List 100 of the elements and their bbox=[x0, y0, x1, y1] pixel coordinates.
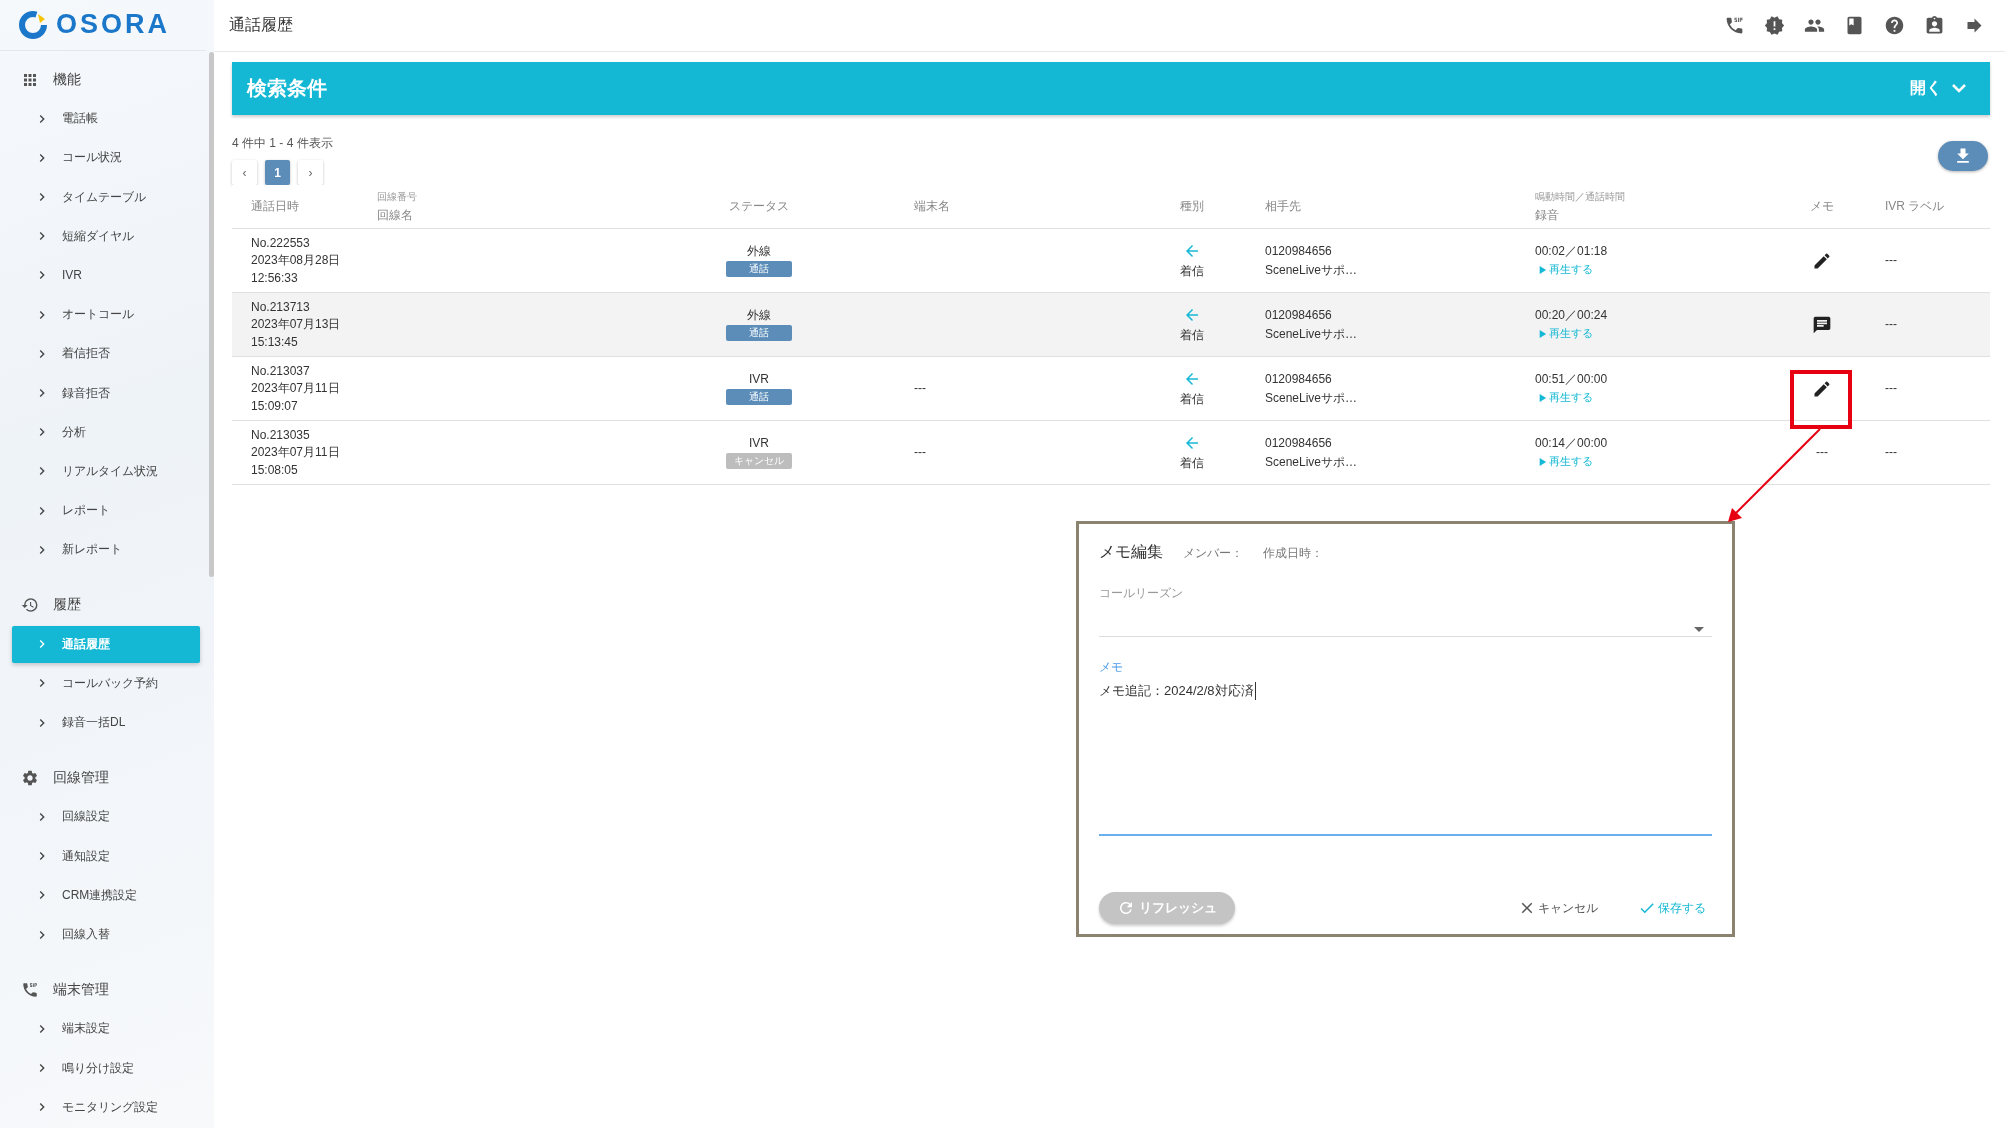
book-icon[interactable] bbox=[1844, 15, 1865, 36]
download-button[interactable] bbox=[1938, 141, 1988, 171]
section-title: 回線管理 bbox=[53, 768, 109, 787]
sidebar-item[interactable]: 新レポート bbox=[12, 531, 200, 569]
section-title: 履歴 bbox=[53, 596, 81, 615]
contact-card-icon[interactable] bbox=[1924, 15, 1945, 36]
sidebar-item[interactable]: CRM連携設定 bbox=[12, 876, 200, 914]
table-cell: 2023年07月11日 bbox=[251, 445, 340, 460]
page-button[interactable]: 1 bbox=[265, 160, 290, 185]
result-count: 4 件中 1 - 4 件表示 bbox=[232, 135, 333, 152]
member-label: メンバー： bbox=[1183, 545, 1243, 562]
column-header: メモ bbox=[1810, 198, 1834, 215]
sidebar-item[interactable]: モニタリング設定 bbox=[12, 1088, 200, 1126]
sidebar-item[interactable]: 短縮ダイヤル bbox=[12, 217, 200, 255]
sidebar-item[interactable]: コールバック予約 bbox=[12, 664, 200, 703]
table-row[interactable]: No.213713 2023年07月13日 15:13:45 外線 通話 着信 0120984656 SceneLiveサポ… 00:20／00:24 再生する --- bbox=[232, 293, 1990, 357]
sidebar-item[interactable]: 端末設定 bbox=[12, 1010, 200, 1048]
table-cell: 外線 bbox=[747, 243, 771, 259]
sidebar-item[interactable]: タイムテーブル bbox=[12, 178, 200, 216]
table-cell: SceneLiveサポ… bbox=[1265, 390, 1358, 405]
table-cell: 00:14／00:00 bbox=[1535, 435, 1608, 451]
logo-icon bbox=[18, 9, 48, 40]
prev-page-button[interactable]: ‹ bbox=[232, 160, 257, 185]
dialog-title: メモ編集 bbox=[1099, 542, 1163, 562]
table-cell-text: --- bbox=[1885, 317, 1898, 332]
sidebar-item[interactable]: 回線設定 bbox=[12, 798, 200, 836]
alert-badge-icon[interactable] bbox=[1764, 15, 1785, 36]
table-cell: IVR bbox=[749, 371, 769, 387]
phone-icon[interactable] bbox=[1724, 15, 1745, 36]
sidebar-item[interactable]: 電話帳 bbox=[12, 100, 200, 138]
column-header: 録音 bbox=[1535, 206, 1559, 224]
table-cell: No.213037 bbox=[251, 363, 310, 379]
table-cell: 2023年08月28日 bbox=[251, 253, 341, 268]
section-title: 端末管理 bbox=[53, 980, 109, 999]
page-title: 通話履歴 bbox=[229, 15, 293, 35]
table-cell-text: --- bbox=[1885, 381, 1898, 396]
column-header: 相手先 bbox=[1265, 198, 1301, 215]
dropdown-caret-icon bbox=[1694, 627, 1704, 632]
sidebar-item[interactable]: オートコール bbox=[12, 296, 200, 334]
column-header: 通話日時 bbox=[251, 198, 299, 215]
table-cell-text: --- bbox=[914, 445, 927, 460]
table-cell: SceneLiveサポ… bbox=[1265, 262, 1358, 277]
edit-pencil-icon[interactable] bbox=[1812, 378, 1832, 399]
section-title: 機能 bbox=[53, 70, 81, 89]
phone-icon bbox=[21, 980, 39, 999]
table-cell: 12:56:33 bbox=[251, 270, 298, 286]
column-header: ステータス bbox=[729, 198, 789, 215]
sidebar-item[interactable]: 通知設定 bbox=[12, 837, 200, 875]
refresh-icon bbox=[1117, 899, 1135, 917]
column-header: 回線番号 bbox=[377, 189, 417, 204]
table-cell: IVR bbox=[749, 435, 769, 451]
sidebar-item[interactable]: 回線入替 bbox=[12, 915, 200, 954]
column-header: 回線名 bbox=[377, 206, 413, 224]
highlight-box bbox=[1790, 370, 1852, 429]
table-cell: 0120984656 bbox=[1265, 372, 1332, 387]
created-label: 作成日時： bbox=[1263, 545, 1323, 562]
sidebar-item[interactable]: レポート bbox=[12, 492, 200, 530]
settings-icon bbox=[21, 768, 39, 787]
memo-field[interactable]: メモ メモ追記：2024/2/8対応済 bbox=[1099, 659, 1712, 836]
help-icon[interactable] bbox=[1884, 15, 1905, 36]
table-cell: No.213035 bbox=[251, 427, 310, 443]
column-header: IVR ラベル bbox=[1885, 198, 1945, 215]
sidebar-item[interactable]: 鳴り分け設定 bbox=[12, 1049, 200, 1087]
table-cell: No.213713 bbox=[251, 299, 310, 315]
table-cell-text: --- bbox=[1885, 445, 1898, 460]
status-badge: 通話 bbox=[726, 325, 792, 342]
table-cell: SceneLiveサポ… bbox=[1265, 326, 1358, 341]
chevron-down-icon bbox=[1952, 84, 1966, 93]
cancel-button[interactable]: キャンセル bbox=[1512, 898, 1604, 918]
table-cell: SceneLiveサポ… bbox=[1265, 454, 1358, 469]
scrollbar[interactable] bbox=[209, 52, 214, 577]
table-cell: 着信 bbox=[1180, 328, 1204, 343]
memo-text: メモ追記：2024/2/8対応済 bbox=[1099, 682, 1256, 700]
sidebar-item[interactable]: コール状況 bbox=[12, 139, 200, 177]
sidebar-item[interactable]: 録音一括DL bbox=[12, 704, 200, 742]
table-cell: 00:02／01:18 bbox=[1535, 243, 1608, 259]
table-cell: 15:08:05 bbox=[251, 462, 298, 478]
table-cell: 2023年07月13日 bbox=[251, 317, 341, 332]
table-cell: 0120984656 bbox=[1265, 244, 1332, 259]
sidebar-item[interactable]: 着信拒否 bbox=[12, 335, 200, 373]
sidebar-item[interactable]: IVR bbox=[12, 256, 200, 295]
next-page-button[interactable]: › bbox=[298, 160, 323, 185]
table-cell: 着信 bbox=[1180, 264, 1204, 279]
comment-icon[interactable] bbox=[1812, 314, 1832, 335]
table-cell: 0120984656 bbox=[1265, 436, 1332, 451]
logo-text: OSORA bbox=[56, 9, 170, 41]
table-cell: 着信 bbox=[1180, 456, 1204, 471]
column-header: 種別 bbox=[1180, 198, 1204, 215]
history-icon bbox=[21, 596, 39, 615]
table-cell: 15:13:45 bbox=[251, 334, 298, 350]
table-cell-text: --- bbox=[1885, 253, 1898, 268]
edit-pencil-icon[interactable] bbox=[1812, 250, 1832, 271]
table-cell: 15:09:07 bbox=[251, 398, 298, 414]
table-cell-text: --- bbox=[914, 381, 927, 396]
status-badge: 通話 bbox=[726, 261, 792, 278]
sidebar-item[interactable]: リアルタイム状況 bbox=[12, 452, 200, 491]
sidebar-item[interactable]: 分析 bbox=[12, 413, 200, 451]
column-header: 端末名 bbox=[914, 198, 950, 215]
table-cell: 00:51／00:00 bbox=[1535, 371, 1608, 387]
sidebar-item[interactable]: 録音拒否 bbox=[12, 374, 200, 412]
